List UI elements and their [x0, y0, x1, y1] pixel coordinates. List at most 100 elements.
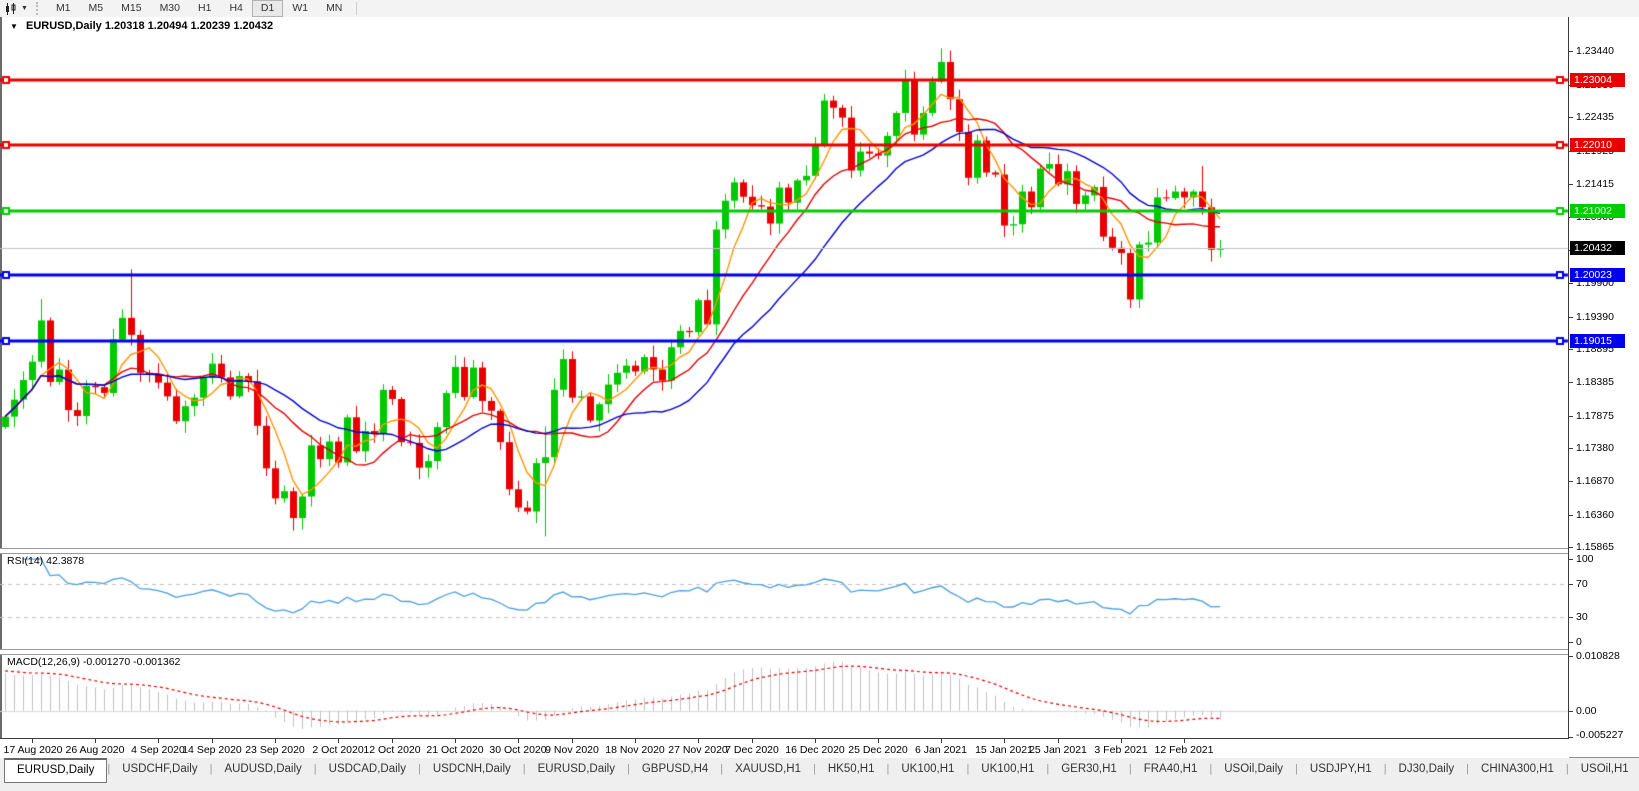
- timeframe-button-m1[interactable]: M1: [47, 0, 80, 17]
- macd-tick-label: 0.010828: [1576, 650, 1620, 662]
- chart-tab-bar: EURUSD,Daily|USDCHF,Daily|AUDUSD,Daily|U…: [0, 757, 1639, 791]
- price-tick-label: 1.18385: [1576, 376, 1614, 388]
- chart-tab-usdcnh-daily[interactable]: USDCNH,Daily: [421, 759, 523, 780]
- date-label: 12 Oct 2020: [363, 744, 420, 756]
- price-tick-label: 1.15865: [1576, 541, 1614, 553]
- price-tick: [1569, 448, 1573, 449]
- price-tick-label: 1.17380: [1576, 442, 1614, 454]
- price-tick-label: 1.21415: [1576, 178, 1614, 190]
- date-label: 12 Feb 2021: [1155, 744, 1214, 756]
- timeframe-button-h1[interactable]: H1: [189, 0, 220, 17]
- date-tick: [635, 739, 636, 743]
- macd-main-value: -0.001270: [83, 656, 130, 668]
- ohlc-high: 1.20494: [148, 20, 188, 32]
- price-tick-label: 1.22435: [1576, 111, 1614, 123]
- chart-tab-uk100-h1[interactable]: UK100,H1: [969, 759, 1046, 780]
- chart-toolbar: ▼ M1M5M15M30H1H4D1W1MN: [0, 0, 1639, 18]
- rsi-value: 42.3878: [46, 555, 84, 567]
- panel-separator[interactable]: [0, 649, 1568, 655]
- date-label: 21 Oct 2020: [426, 744, 483, 756]
- price-line-badge: 1.22010: [1570, 138, 1625, 152]
- price-line-badge: 1.19015: [1570, 334, 1625, 348]
- chevron-down-icon: ▼: [21, 5, 28, 12]
- price-tick: [1569, 547, 1573, 548]
- date-tick: [572, 739, 573, 743]
- price-line-badge: 1.20023: [1570, 268, 1625, 282]
- timeframe-button-m15[interactable]: M15: [112, 0, 150, 17]
- chart-tab-hk50-h1[interactable]: HK50,H1: [816, 759, 887, 780]
- price-tick: [1569, 349, 1573, 350]
- chart-tab-uk100-h1[interactable]: UK100,H1: [889, 759, 966, 780]
- price-tick: [1569, 51, 1573, 52]
- chart-symbol-label: EURUSD,Daily: [26, 20, 102, 32]
- chart-tab-usdchf-daily[interactable]: USDCHF,Daily: [110, 759, 209, 780]
- macd-tick: [1569, 656, 1573, 657]
- price-line-badge: 1.23004: [1570, 73, 1625, 87]
- macd-label: MACD(12,26,9) -0.001270 -0.001362: [7, 656, 180, 668]
- chart-tab-eurusd-daily[interactable]: EURUSD,Daily: [526, 759, 627, 780]
- toolbar-grip: [36, 2, 43, 15]
- date-label: 17 Aug 2020: [4, 744, 63, 756]
- date-label: 25 Jan 2021: [1029, 744, 1087, 756]
- macd-tick: [1569, 711, 1573, 712]
- price-tick: [1569, 184, 1573, 185]
- timeframe-button-m5[interactable]: M5: [80, 0, 113, 17]
- date-axis: 17 Aug 202026 Aug 20204 Sep 202014 Sep 2…: [0, 738, 1569, 758]
- candlestick-chart-icon[interactable]: ▼: [0, 1, 32, 16]
- date-label: 2 Oct 2020: [312, 744, 363, 756]
- rsi-tick: [1569, 559, 1573, 560]
- chart-tab-eurusd-daily[interactable]: EURUSD,Daily: [4, 758, 107, 783]
- chart-tab-usoil-h1[interactable]: USOil,H1: [1569, 759, 1639, 780]
- chart-menu-icon[interactable]: ▼: [10, 22, 18, 31]
- rsi-tick-label: 70: [1576, 578, 1588, 590]
- current-price-badge: 1.20432: [1570, 241, 1625, 255]
- timeframe-button-mn[interactable]: MN: [317, 0, 351, 17]
- chart-tab-audusd-daily[interactable]: AUDUSD,Daily: [212, 759, 313, 780]
- date-tick: [1004, 739, 1005, 743]
- timeframe-button-w1[interactable]: W1: [283, 0, 317, 17]
- timeframe-button-m30[interactable]: M30: [151, 0, 189, 17]
- date-tick: [95, 739, 96, 743]
- chart-tab-ger30-h1[interactable]: GER30,H1: [1049, 759, 1129, 780]
- price-tick-label: 1.16360: [1576, 509, 1614, 521]
- chart-tab-xauusd-h1[interactable]: XAUUSD,H1: [723, 759, 813, 780]
- rsi-tick: [1569, 642, 1573, 643]
- price-tick: [1569, 481, 1573, 482]
- chart-tab-dj30-daily[interactable]: DJ30,Daily: [1387, 759, 1467, 780]
- panel-separator[interactable]: [0, 548, 1568, 554]
- price-tick-label: 1.23440: [1576, 45, 1614, 57]
- price-axis-line: [1568, 17, 1569, 738]
- date-tick: [455, 739, 456, 743]
- date-label: 23 Sep 2020: [245, 744, 305, 756]
- mt4-window: ▼ M1M5M15M30H1H4D1W1MN ▼ EURUSD,Daily 1.…: [0, 0, 1639, 790]
- date-label: 26 Aug 2020: [66, 744, 125, 756]
- date-label: 9 Nov 2020: [545, 744, 599, 756]
- date-label: 27 Nov 2020: [668, 744, 728, 756]
- timeframe-button-d1[interactable]: D1: [252, 0, 283, 17]
- ohlc-close: 1.20432: [233, 20, 273, 32]
- rsi-tick-label: 100: [1576, 553, 1594, 565]
- date-tick: [275, 739, 276, 743]
- timeframe-button-group: M1M5M15M30H1H4D1W1MN: [47, 0, 351, 17]
- date-label: 4 Sep 2020: [131, 744, 185, 756]
- chart-tab-usdjpy-h1[interactable]: USDJPY,H1: [1298, 759, 1384, 780]
- macd-tick-label: 0.00: [1576, 705, 1596, 717]
- chart-tab-fra40-h1[interactable]: FRA40,H1: [1132, 759, 1210, 780]
- chart-tab-usdcad-daily[interactable]: USDCAD,Daily: [317, 759, 418, 780]
- price-tick: [1569, 117, 1573, 118]
- macd-panel-canvas[interactable]: [0, 653, 1569, 738]
- date-label: 16 Dec 2020: [785, 744, 845, 756]
- rsi-panel-canvas[interactable]: [0, 552, 1569, 649]
- price-tick: [1569, 382, 1573, 383]
- price-tick: [1569, 515, 1573, 516]
- chart-tab-gbpusd-h4[interactable]: GBPUSD,H4: [630, 759, 720, 780]
- price-tick: [1569, 317, 1573, 318]
- chart-tab-usoil-daily[interactable]: USOil,Daily: [1212, 759, 1295, 780]
- toolbar-separator: [356, 2, 357, 15]
- date-tick: [752, 739, 753, 743]
- date-tick: [1121, 739, 1122, 743]
- rsi-tick-label: 0: [1576, 636, 1582, 648]
- main-chart-canvas[interactable]: [0, 17, 1569, 548]
- timeframe-button-h4[interactable]: H4: [220, 0, 251, 17]
- chart-tab-china300-h1[interactable]: CHINA300,H1: [1469, 759, 1566, 780]
